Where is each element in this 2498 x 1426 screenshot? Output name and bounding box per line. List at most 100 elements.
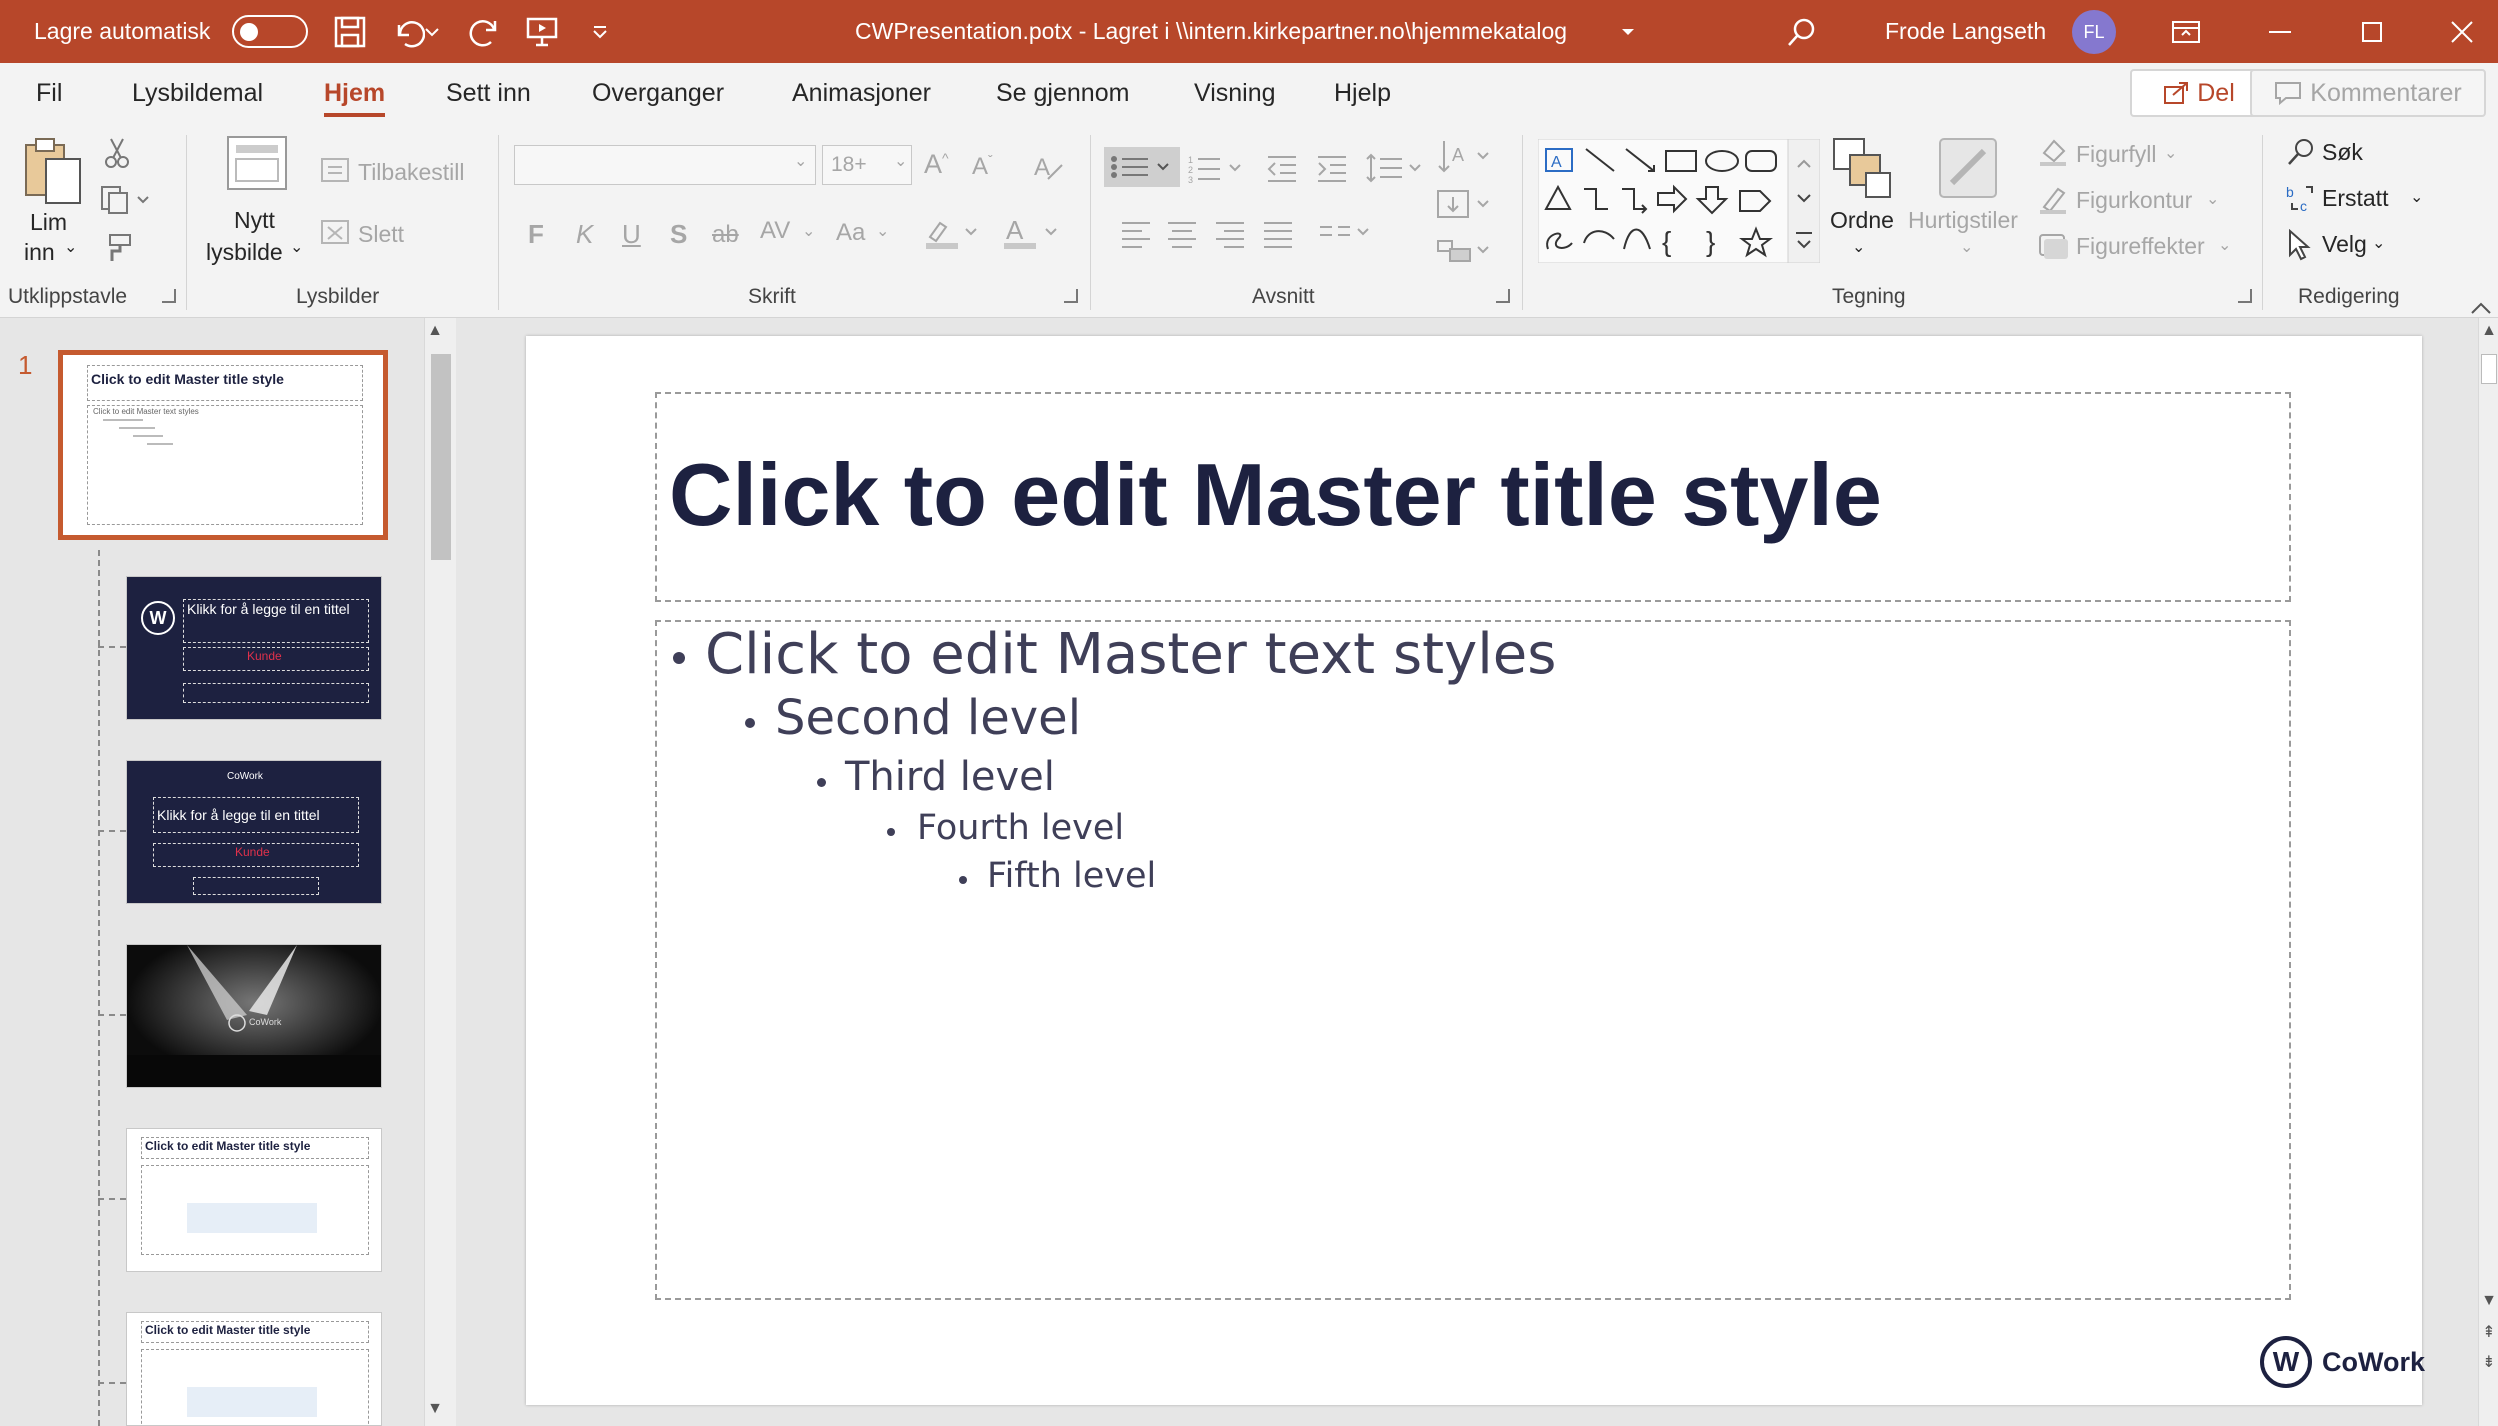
- tab-lysbildemal[interactable]: Lysbildemal: [132, 63, 263, 123]
- align-text-icon[interactable]: [1436, 189, 1492, 224]
- text-level-4[interactable]: Fourth level: [917, 808, 1124, 848]
- smartart-icon[interactable]: [1436, 235, 1492, 270]
- text-level-1[interactable]: Click to edit Master text styles: [705, 622, 1556, 687]
- replace-icon[interactable]: bc: [2284, 183, 2316, 220]
- replace-dropdown-icon[interactable]: ⌄: [2410, 187, 2423, 207]
- arrange-label[interactable]: Ordne: [1830, 207, 1894, 234]
- bullets-icon[interactable]: [1104, 147, 1180, 192]
- paste-label-1[interactable]: Lim: [30, 209, 67, 236]
- find-icon[interactable]: [2286, 137, 2316, 172]
- character-spacing-button[interactable]: AV: [760, 217, 790, 245]
- close-icon[interactable]: [2440, 0, 2484, 63]
- underline-button[interactable]: U: [622, 219, 641, 250]
- title-placeholder[interactable]: Click to edit Master title style: [655, 392, 2291, 602]
- tab-overganger[interactable]: Overganger: [592, 63, 724, 123]
- next-slide-icon[interactable]: ⇟: [2479, 1352, 2498, 1372]
- search-icon[interactable]: [1780, 0, 1824, 63]
- shape-fill-label[interactable]: Figurfyll: [2076, 141, 2157, 168]
- font-name-dropdown-icon[interactable]: ⌄: [794, 151, 807, 171]
- master-thumbnail[interactable]: Click to edit Master title style Click t…: [58, 350, 388, 540]
- scroll-up-icon[interactable]: ▲: [2479, 322, 2498, 340]
- select-icon[interactable]: [2286, 228, 2312, 266]
- shadow-button[interactable]: S: [670, 219, 687, 250]
- title-dropdown-icon[interactable]: [1616, 0, 1640, 63]
- slide-title[interactable]: Click to edit Master title style: [669, 444, 1882, 546]
- tab-fil[interactable]: Fil: [36, 63, 62, 123]
- tab-hjem[interactable]: Hjem: [324, 63, 386, 123]
- shape-outline-dropdown-icon[interactable]: ⌄: [2206, 189, 2219, 209]
- justify-icon[interactable]: [1262, 219, 1294, 254]
- scroll-down-icon[interactable]: ▼: [2479, 1292, 2498, 1310]
- case-dropdown-icon[interactable]: ⌄: [876, 221, 889, 241]
- decrease-indent-icon[interactable]: [1266, 153, 1298, 188]
- replace-label[interactable]: Erstatt: [2322, 185, 2388, 212]
- columns-icon[interactable]: [1318, 221, 1374, 252]
- shape-effects-dropdown-icon[interactable]: ⌄: [2218, 235, 2231, 255]
- highlight-color-icon[interactable]: [924, 215, 980, 256]
- new-slide-dropdown-icon[interactable]: ⌄: [290, 237, 303, 257]
- slide-canvas[interactable]: Click to edit Master title style Click t…: [526, 336, 2425, 1405]
- paste-icon[interactable]: [22, 135, 84, 212]
- select-dropdown-icon[interactable]: ⌄: [2372, 233, 2385, 253]
- save-icon[interactable]: [328, 0, 372, 63]
- previous-slide-icon[interactable]: ⇞: [2479, 1322, 2498, 1342]
- scrollbar-thumb[interactable]: [2481, 354, 2497, 384]
- text-level-2[interactable]: Second level: [775, 690, 1081, 746]
- italic-button[interactable]: K: [576, 219, 593, 250]
- decrease-font-icon[interactable]: Aˇ: [972, 153, 993, 179]
- change-case-button[interactable]: Aa: [836, 219, 865, 247]
- format-painter-icon[interactable]: [102, 233, 132, 268]
- drawing-launcher-icon[interactable]: [2238, 289, 2252, 303]
- clear-formatting-icon[interactable]: A: [1032, 151, 1064, 188]
- align-center-icon[interactable]: [1166, 219, 1198, 254]
- tab-hjelp[interactable]: Hjelp: [1334, 63, 1391, 123]
- comments-button[interactable]: Kommentarer: [2250, 69, 2486, 117]
- scrollbar-thumb[interactable]: [431, 354, 451, 560]
- maximize-icon[interactable]: [2350, 0, 2394, 63]
- ribbon-display-options-icon[interactable]: [2164, 0, 2208, 63]
- new-slide-icon[interactable]: [226, 135, 288, 198]
- align-right-icon[interactable]: [1214, 219, 1246, 254]
- slide-scrollbar[interactable]: ▲ ▼ ⇞ ⇟: [2478, 318, 2498, 1426]
- shape-outline-label[interactable]: Figurkontur: [2076, 187, 2192, 214]
- font-name-combo[interactable]: [514, 145, 816, 185]
- autosave-toggle[interactable]: [232, 0, 308, 63]
- arrange-icon[interactable]: [1832, 137, 1892, 204]
- shape-effects-label[interactable]: Figureffekter: [2076, 233, 2205, 260]
- quick-styles-dropdown-icon[interactable]: ⌄: [1960, 237, 1973, 257]
- bold-button[interactable]: F: [528, 219, 544, 250]
- font-color-icon[interactable]: A: [1002, 215, 1062, 256]
- layout-thumbnail[interactable]: W Klikk for å legge til en tittel Kunde: [126, 576, 382, 720]
- scroll-down-icon[interactable]: ▼: [425, 1400, 445, 1418]
- line-spacing-icon[interactable]: [1366, 153, 1422, 188]
- font-size-dropdown-icon[interactable]: ⌄: [894, 151, 907, 171]
- scroll-up-icon[interactable]: ▲: [425, 322, 445, 340]
- tab-animasjoner[interactable]: Animasjoner: [792, 63, 931, 123]
- clipboard-launcher-icon[interactable]: [162, 289, 176, 303]
- shape-fill-icon[interactable]: [2038, 137, 2068, 172]
- avatar[interactable]: FL: [2072, 10, 2116, 54]
- new-slide-label-1[interactable]: Nytt: [234, 207, 275, 234]
- increase-font-icon[interactable]: A^: [924, 151, 949, 178]
- arrange-dropdown-icon[interactable]: ⌄: [1852, 237, 1865, 257]
- strikethrough-button[interactable]: ab: [712, 221, 739, 249]
- user-name[interactable]: Frode Langseth: [1885, 0, 2046, 63]
- cut-icon[interactable]: [104, 137, 130, 174]
- undo-dropdown-icon[interactable]: [420, 0, 444, 63]
- font-launcher-icon[interactable]: [1064, 289, 1078, 303]
- share-button[interactable]: Del: [2130, 69, 2268, 117]
- present-from-start-icon[interactable]: [520, 0, 564, 63]
- document-title[interactable]: CWPresentation.potx - Lagret i \\intern.…: [855, 0, 1567, 63]
- shape-fill-dropdown-icon[interactable]: ⌄: [2164, 143, 2177, 163]
- shapes-gallery[interactable]: A { }: [1537, 138, 1821, 268]
- align-left-icon[interactable]: [1120, 219, 1152, 254]
- collapse-ribbon-icon[interactable]: [2470, 293, 2492, 320]
- find-label[interactable]: Søk: [2322, 139, 2363, 166]
- quick-styles-icon[interactable]: [1938, 137, 1998, 204]
- copy-icon[interactable]: [100, 185, 150, 220]
- layout-thumbnail[interactable]: Click to edit Master title style: [126, 1312, 382, 1426]
- tab-sett-inn[interactable]: Sett inn: [446, 63, 531, 123]
- tab-visning[interactable]: Visning: [1194, 63, 1276, 123]
- select-label[interactable]: Velg: [2322, 231, 2367, 258]
- paste-label-2[interactable]: inn: [24, 239, 55, 266]
